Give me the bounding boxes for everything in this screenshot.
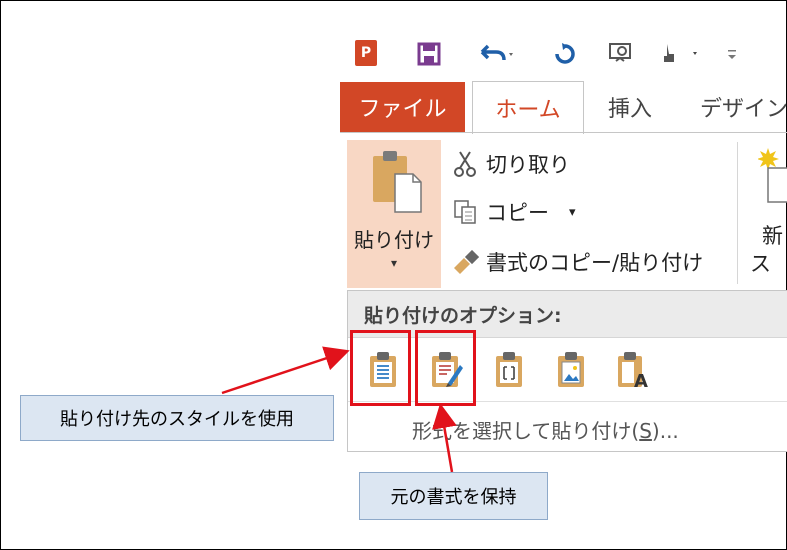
arrow-to-keep-source bbox=[432, 403, 457, 473]
arrow-to-destination-theme bbox=[221, 346, 350, 395]
callout-use-destination-style: 貼り付け先のスタイルを使用 bbox=[20, 395, 334, 441]
annotation-arrows bbox=[221, 346, 457, 473]
callout-keep-source-formatting: 元の書式を保持 bbox=[359, 472, 548, 520]
